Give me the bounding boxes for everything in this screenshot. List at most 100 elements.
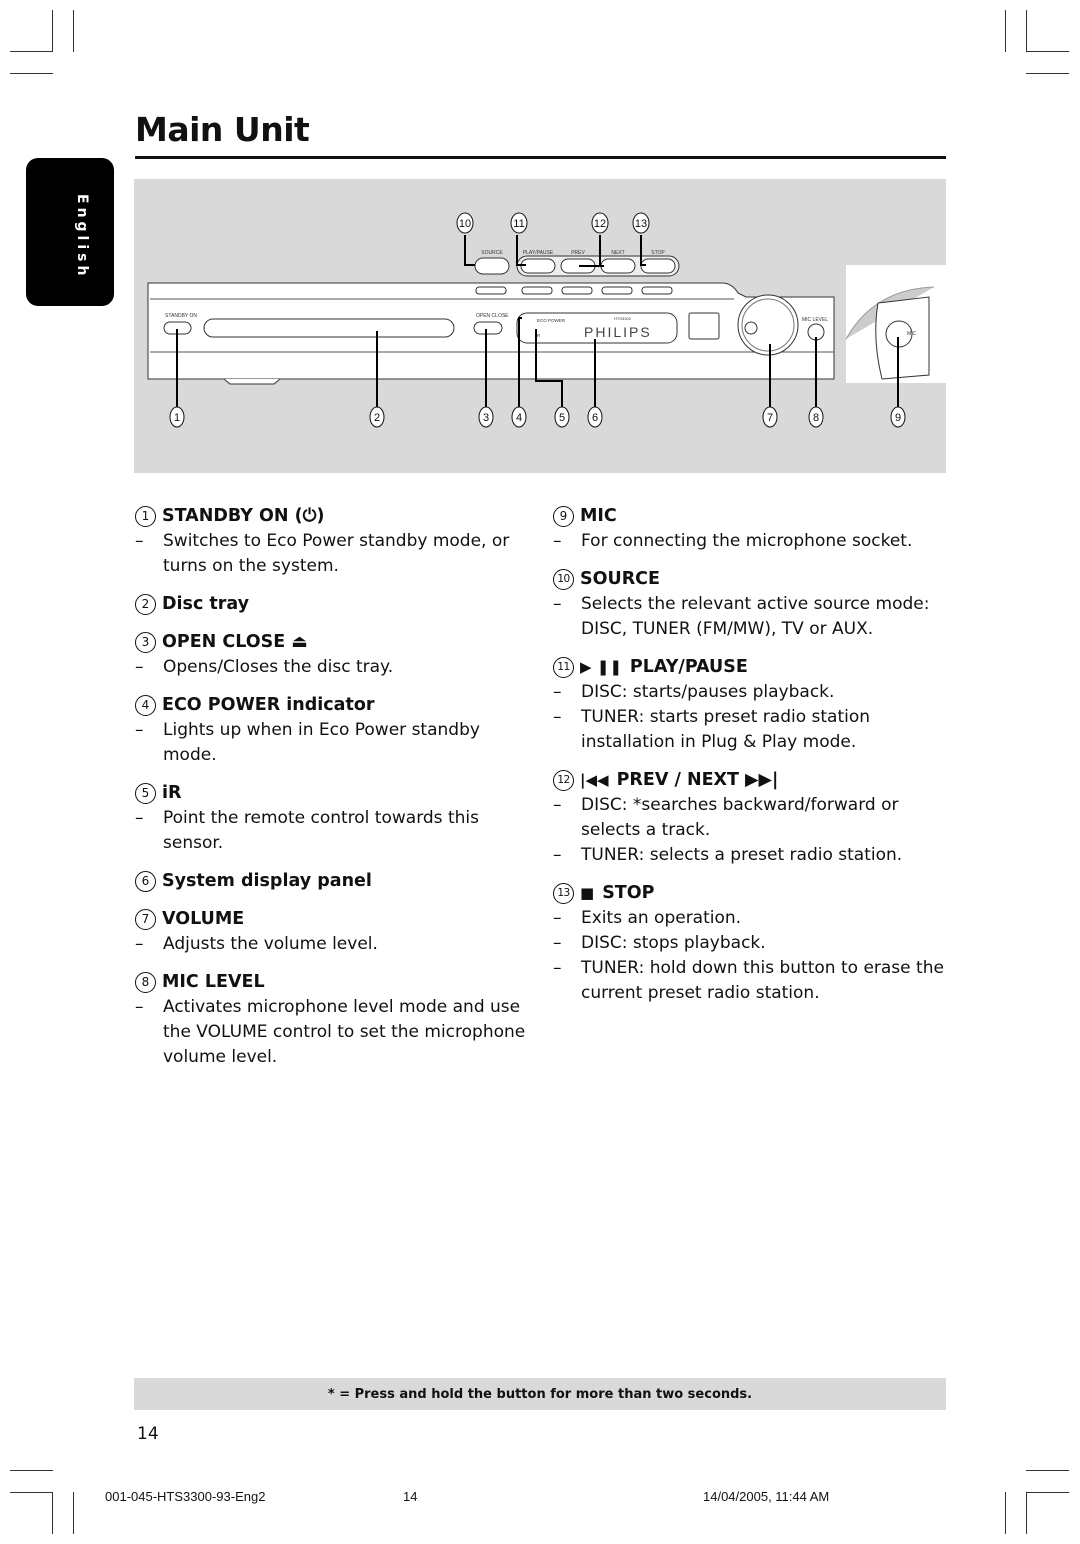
item-title: OPEN CLOSE ⏏ — [162, 632, 308, 652]
description-text: DISC: stops playback. — [581, 933, 766, 953]
bullet-dash: – — [553, 908, 562, 928]
item-number-badge: 10 — [553, 568, 574, 590]
item-heading: 9 MIC — [553, 503, 948, 529]
crop-mark — [10, 73, 53, 74]
bullet-dash: – — [553, 531, 562, 551]
svg-text:5: 5 — [559, 412, 565, 424]
item-description: – Switches to Eco Power standby mode, or … — [135, 529, 535, 579]
item-heading: 12 |◀◀ PREV / NEXT ▶▶| — [553, 767, 948, 793]
mic-label: MIC — [907, 331, 917, 337]
items-left-column: 1 STANDBY ON (⏻) – Switches to Eco Power st… — [135, 503, 535, 1082]
svg-text:1: 1 — [174, 412, 180, 424]
bullet-dash: – — [553, 958, 562, 978]
svg-text:12: 12 — [594, 218, 606, 230]
callout-7: 7 — [762, 406, 778, 428]
svg-text:9: 9 — [895, 412, 901, 424]
bullet-dash: – — [135, 934, 144, 954]
item-heading: 3 OPEN CLOSE ⏏ — [135, 629, 535, 655]
description-text: TUNER: starts preset radio station insta… — [581, 707, 871, 752]
control-item-3: 3 OPEN CLOSE ⏏ – Opens/Closes the disc tray… — [135, 629, 535, 680]
title-divider — [135, 156, 946, 159]
item-description: – TUNER: starts preset radio station inst… — [553, 705, 948, 755]
bullet-dash: – — [553, 795, 562, 815]
ir-window — [688, 312, 720, 340]
callout-5: 5 — [554, 406, 570, 428]
item-title: iR — [162, 783, 182, 803]
callout-3: 3 — [478, 406, 494, 428]
item-title: ECO POWER indicator — [162, 695, 375, 715]
callout-11: 11 — [510, 212, 528, 234]
item-heading: 8 MIC LEVEL — [135, 969, 535, 995]
item-number-badge: 4 — [135, 694, 156, 716]
crop-mark — [1026, 73, 1069, 74]
crop-mark — [10, 1492, 53, 1493]
crop-mark — [1026, 51, 1069, 52]
bullet-dash: – — [553, 933, 562, 953]
disc-tray — [203, 318, 455, 338]
item-title: STANDBY ON (⏻) — [162, 506, 325, 526]
eco-power-label: ECO POWER — [537, 318, 566, 323]
description-text: Adjusts the volume level. — [163, 934, 378, 954]
item-number-badge: 9 — [553, 505, 574, 527]
svg-text:11: 11 — [513, 218, 524, 230]
item-description: – Exits an operation. — [553, 906, 948, 931]
item-heading: 2 Disc tray — [135, 591, 535, 617]
item-description: – DISC: starts/pauses playback. — [553, 680, 948, 705]
control-item-11: 11 ▶ ❚❚ PLAY/PAUSE – DISC: starts/pauses pla… — [553, 654, 948, 755]
item-description: – For connecting the microphone socket. — [553, 529, 948, 554]
description-text: Opens/Closes the disc tray. — [163, 657, 394, 677]
description-text: DISC: *searches backward/forward or sele… — [581, 795, 899, 840]
item-heading: 13 ■ STOP — [553, 880, 948, 906]
bullet-dash: – — [553, 682, 562, 702]
item-number-badge: 3 — [135, 631, 156, 653]
description-text: Selects the relevant active source mode:… — [581, 594, 930, 639]
prev-label: PREV — [571, 250, 585, 256]
crop-mark — [52, 1492, 53, 1534]
item-heading: 11 ▶ ❚❚ PLAY/PAUSE — [553, 654, 948, 680]
item-description: – DISC: stops playback. — [553, 931, 948, 956]
crop-mark — [52, 10, 53, 52]
crop-mark — [10, 1470, 53, 1471]
control-item-6: 6 System display panel — [135, 868, 535, 894]
description-text: Switches to Eco Power standby mode, or t… — [163, 531, 510, 576]
crop-mark — [1026, 1492, 1069, 1493]
crop-mark — [1026, 1492, 1027, 1534]
svg-text:10: 10 — [459, 218, 471, 230]
crop-mark — [73, 10, 74, 52]
bullet-dash: – — [135, 531, 144, 551]
bullet-dash: – — [553, 707, 562, 727]
control-item-13: 13 ■ STOP – Exits an operation. – DISC: stops … — [553, 880, 948, 1006]
next-label: NEXT — [611, 250, 624, 256]
page-number: 14 — [137, 1424, 159, 1444]
control-item-4: 4 ECO POWER indicator – Lights up when in E… — [135, 692, 535, 768]
callout-8: 8 — [808, 406, 824, 428]
footer-page: 14 — [403, 1489, 418, 1504]
item-title: VOLUME — [162, 909, 245, 929]
callout-13: 13 — [632, 212, 650, 234]
svg-text:8: 8 — [813, 412, 819, 424]
item-title: MIC — [580, 506, 617, 526]
svg-text:3: 3 — [483, 412, 489, 424]
footer-doc-id: 001-045-HTS3300-93-Eng2 — [105, 1489, 266, 1504]
next-button — [600, 258, 636, 274]
control-item-1: 1 STANDBY ON (⏻) – Switches to Eco Power st… — [135, 503, 535, 579]
crop-mark — [10, 51, 53, 52]
description-text: Lights up when in Eco Power standby mode… — [163, 720, 480, 765]
item-title: Disc tray — [162, 594, 250, 614]
play-pause-button — [520, 258, 556, 274]
crop-mark — [1026, 10, 1027, 52]
callout-12: 12 — [591, 212, 609, 234]
source-button — [474, 257, 510, 275]
items-right-column: 9 MIC – For connecting the microphone socke… — [553, 503, 948, 1018]
item-description: – TUNER: hold down this button to erase t… — [553, 956, 948, 1006]
item-description: – Selects the relevant active source mode… — [553, 592, 948, 642]
item-heading: 7 VOLUME — [135, 906, 535, 932]
footnote-text: * = Press and hold the button for more t… — [327, 1386, 753, 1402]
play-pause-label: PLAY/PAUSE — [523, 250, 554, 256]
item-number-badge: 11 — [553, 656, 574, 678]
callout-9: 9 — [890, 406, 906, 428]
item-number-badge: 1 — [135, 505, 156, 527]
language-tab-label: English — [74, 194, 90, 280]
callout-2: 2 — [369, 406, 385, 428]
description-text: DISC: starts/pauses playback. — [581, 682, 835, 702]
